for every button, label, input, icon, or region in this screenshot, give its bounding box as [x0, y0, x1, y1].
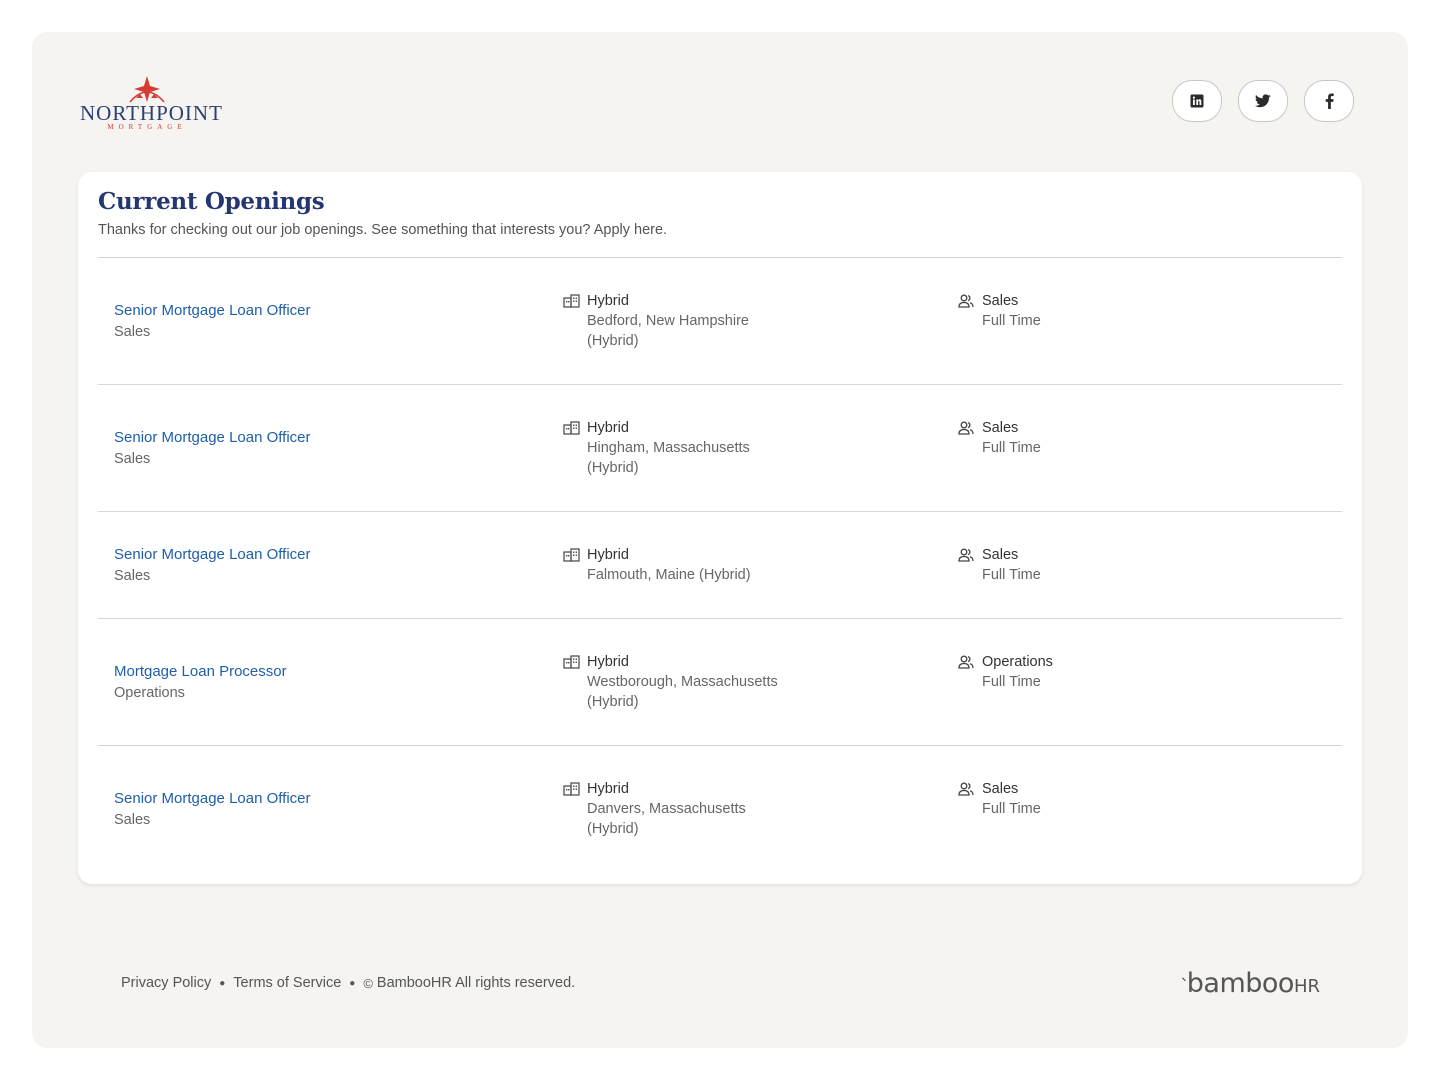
- page-subtitle: Thanks for checking out our job openings…: [98, 222, 668, 238]
- terms-of-service-link[interactable]: Terms of Service: [233, 975, 341, 991]
- people-icon: [958, 291, 982, 311]
- job-work-mode: Hybrid: [587, 547, 629, 563]
- bamboohr-wordmark: bamboo: [1186, 968, 1295, 999]
- building-icon: [563, 652, 587, 672]
- job-title-group: Senior Mortgage Loan Officer Sales: [114, 789, 311, 830]
- card-header: Current Openings Thanks for checking out…: [78, 172, 1362, 239]
- job-location-group: Hybrid Danvers, Massachusetts (Hybrid): [563, 779, 797, 839]
- job-title-link[interactable]: Senior Mortgage Loan Officer: [114, 789, 311, 809]
- linkedin-button[interactable]: [1172, 80, 1222, 122]
- openings-card: Current Openings Thanks for checking out…: [78, 172, 1362, 884]
- building-icon: [563, 545, 587, 565]
- job-title-link[interactable]: Mortgage Loan Processor: [114, 662, 287, 682]
- job-title-group: Senior Mortgage Loan Officer Sales: [114, 545, 311, 586]
- job-location: Bedford, New Hampshire (Hybrid): [587, 313, 749, 349]
- job-work-mode: Hybrid: [587, 293, 629, 309]
- job-type: Full Time: [982, 567, 1041, 583]
- job-location: Danvers, Massachusetts (Hybrid): [587, 801, 746, 837]
- building-icon: [563, 779, 587, 799]
- bamboohr-suffix: HR: [1293, 976, 1320, 997]
- job-location: Falmouth, Maine (Hybrid): [587, 567, 751, 583]
- people-icon: [958, 545, 982, 565]
- footer-links: Privacy Policy ● Terms of Service ● © Ba…: [121, 975, 575, 991]
- job-location: Westborough, Massachusetts (Hybrid): [587, 674, 778, 710]
- job-work-mode: Hybrid: [587, 654, 629, 670]
- company-logo[interactable]: NORTHPOINT MORTGAGE: [80, 76, 222, 136]
- page-title: Current Openings: [98, 188, 325, 215]
- linkedin-icon: [1190, 94, 1204, 108]
- job-row: Senior Mortgage Loan Officer Sales Hybri…: [98, 512, 1342, 619]
- copyright-icon: ©: [363, 975, 373, 991]
- job-department: Sales: [114, 324, 151, 340]
- job-list: Senior Mortgage Loan Officer Sales Hybri…: [98, 258, 1342, 872]
- building-icon: [563, 418, 587, 438]
- job-title-link[interactable]: Senior Mortgage Loan Officer: [114, 301, 311, 321]
- job-type: Full Time: [982, 801, 1041, 817]
- job-team: Sales: [982, 293, 1019, 309]
- job-type: Full Time: [982, 313, 1041, 329]
- page-frame: NORTHPOINT MORTGAGE Current Openings Tha…: [32, 32, 1408, 1048]
- people-icon: [958, 652, 982, 672]
- facebook-icon: [1325, 93, 1334, 109]
- job-title-link[interactable]: Senior Mortgage Loan Officer: [114, 428, 311, 448]
- twitter-icon: [1255, 94, 1271, 108]
- job-row: Senior Mortgage Loan Officer Sales Hybri…: [98, 385, 1342, 512]
- twitter-button[interactable]: [1238, 80, 1288, 122]
- job-department: Sales: [114, 451, 151, 467]
- job-department: Sales: [114, 568, 151, 584]
- job-type: Full Time: [982, 674, 1041, 690]
- job-team-group: Sales Full Time: [958, 418, 1192, 458]
- job-row: Senior Mortgage Loan Officer Sales Hybri…: [98, 746, 1342, 872]
- job-department: Operations: [114, 685, 185, 701]
- job-row: Senior Mortgage Loan Officer Sales Hybri…: [98, 258, 1342, 385]
- people-icon: [958, 418, 982, 438]
- job-location-group: Hybrid Hingham, Massachusetts (Hybrid): [563, 418, 797, 478]
- job-location: Hingham, Massachusetts (Hybrid): [587, 440, 750, 476]
- job-team: Sales: [982, 781, 1019, 797]
- job-team-group: Sales Full Time: [958, 779, 1192, 819]
- job-work-mode: Hybrid: [587, 420, 629, 436]
- job-department: Sales: [114, 812, 151, 828]
- compass-star-icon: [129, 76, 165, 103]
- job-team-group: Sales Full Time: [958, 291, 1192, 331]
- job-team-group: Operations Full Time: [958, 652, 1192, 692]
- job-work-mode: Hybrid: [587, 781, 629, 797]
- job-title-link[interactable]: Senior Mortgage Loan Officer: [114, 545, 311, 565]
- facebook-button[interactable]: [1304, 80, 1354, 122]
- copyright-text: BambooHR All rights reserved.: [376, 975, 576, 991]
- job-title-group: Senior Mortgage Loan Officer Sales: [114, 301, 311, 342]
- job-title-group: Mortgage Loan Processor Operations: [114, 662, 287, 703]
- job-team: Operations: [982, 654, 1053, 670]
- job-team: Sales: [982, 547, 1019, 563]
- social-links: [1172, 80, 1354, 122]
- logo-tagline: MORTGAGE: [107, 123, 187, 131]
- job-title-group: Senior Mortgage Loan Officer Sales: [114, 428, 311, 469]
- separator-dot: ●: [349, 977, 356, 989]
- privacy-policy-link[interactable]: Privacy Policy: [121, 975, 211, 991]
- job-type: Full Time: [982, 440, 1041, 456]
- job-location-group: Hybrid Westborough, Massachusetts (Hybri…: [563, 652, 807, 712]
- people-icon: [958, 779, 982, 799]
- separator-dot: ●: [219, 977, 226, 989]
- bamboohr-logo[interactable]: ˋ bamboo HR: [1180, 968, 1320, 999]
- job-location-group: Hybrid Falmouth, Maine (Hybrid): [563, 545, 797, 585]
- job-team-group: Sales Full Time: [958, 545, 1192, 585]
- job-row: Mortgage Loan Processor Operations Hybri…: [98, 619, 1342, 746]
- building-icon: [563, 291, 587, 311]
- job-location-group: Hybrid Bedford, New Hampshire (Hybrid): [563, 291, 797, 351]
- job-team: Sales: [982, 420, 1019, 436]
